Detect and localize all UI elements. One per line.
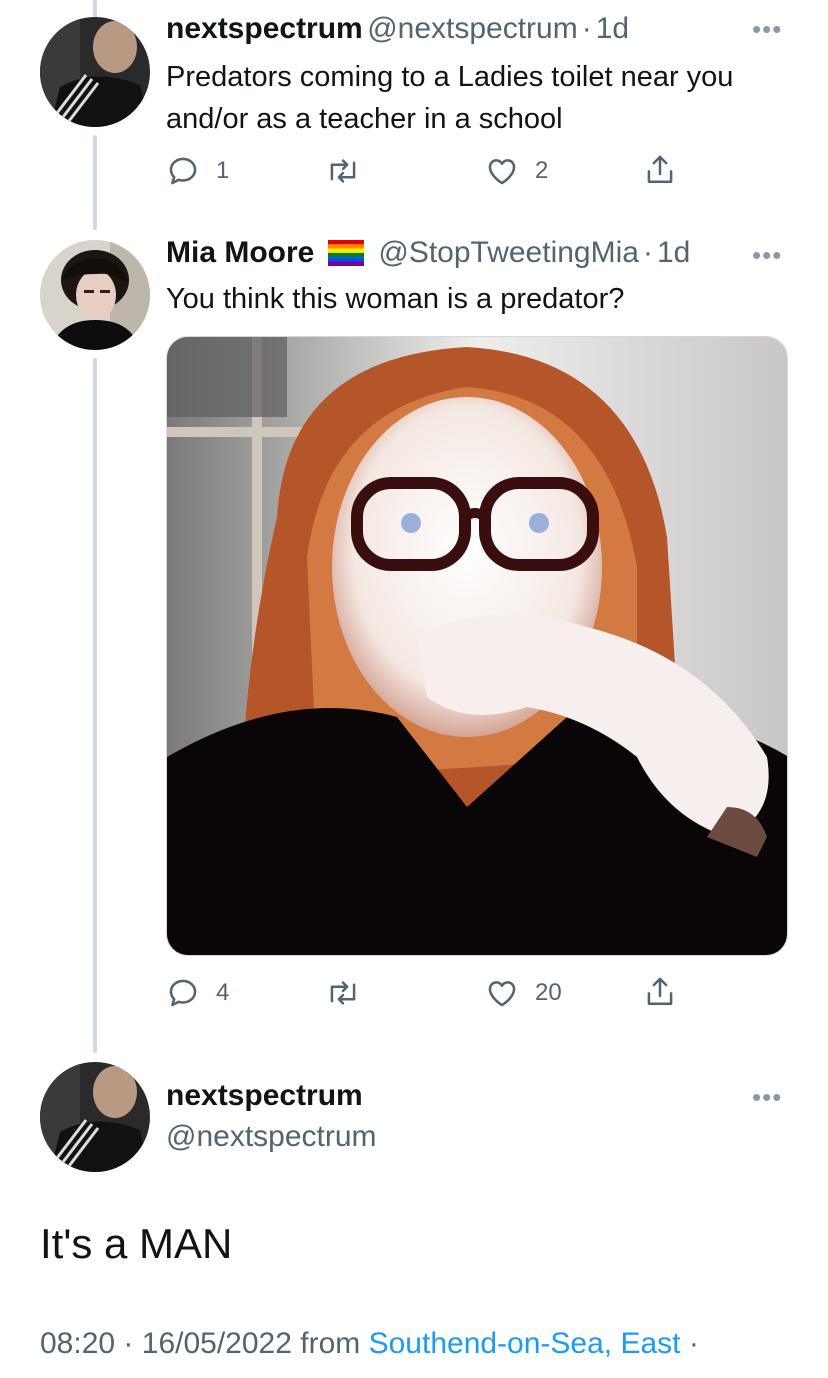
more-options-icon[interactable]: ••• <box>752 240 782 271</box>
retweet-icon <box>330 159 356 183</box>
user-handle[interactable]: @nextspectrum <box>367 12 578 45</box>
timestamp[interactable]: 1d <box>657 236 690 270</box>
like-button[interactable]: 20 <box>485 976 562 1010</box>
avatar[interactable] <box>40 17 150 127</box>
timestamp[interactable]: 1d <box>596 12 629 45</box>
separator-dot: · <box>123 1327 134 1360</box>
tweet-media[interactable] <box>166 336 788 956</box>
tweet-text: You think this woman is a predator? <box>166 283 625 315</box>
display-name[interactable]: nextspectrum <box>166 1079 363 1113</box>
main-tweet-text: It's a MAN <box>40 1220 233 1267</box>
share-icon <box>647 155 673 184</box>
man-in-dark-jacket-avatar-icon <box>40 1062 150 1172</box>
retweet-icon <box>330 981 356 1005</box>
heart-icon <box>488 981 516 1007</box>
share-button[interactable] <box>643 152 677 188</box>
location-link[interactable]: Southend-on-Sea, East <box>369 1327 681 1360</box>
from-label: from <box>300 1327 361 1360</box>
display-name[interactable]: Mia Moore <box>166 236 314 270</box>
reply-count: 1 <box>216 157 230 184</box>
separator-dot: · <box>581 12 592 45</box>
heart-icon <box>488 159 516 185</box>
tweet-header: nextspectrum @nextspectrum · 1d <box>166 12 629 46</box>
retweet-button[interactable] <box>325 154 361 188</box>
like-count: 2 <box>535 157 549 184</box>
tweet-date: 16/05/2022 <box>141 1327 292 1360</box>
share-icon <box>647 977 673 1006</box>
thread-line <box>93 358 97 1053</box>
reply-icon <box>169 157 197 185</box>
more-options-icon[interactable]: ••• <box>752 14 782 45</box>
tweet-timestamp-line: 08:20 · 16/05/2022 from Southend-on-Sea,… <box>40 1327 699 1361</box>
user-handle[interactable]: @StopTweetingMia <box>378 236 639 270</box>
display-name[interactable]: nextspectrum <box>166 12 363 45</box>
reply-icon <box>169 979 197 1007</box>
reply-count: 4 <box>216 979 230 1006</box>
avatar[interactable] <box>40 1062 150 1172</box>
man-in-dark-jacket-avatar-icon <box>40 17 150 127</box>
red-haired-woman-with-glasses-photo-icon <box>167 337 787 955</box>
reply-button[interactable]: 1 <box>166 154 229 188</box>
rainbow-flag-icon <box>328 240 365 266</box>
tweet-text: Predators coming to a Ladies toilet near… <box>166 61 734 135</box>
user-handle[interactable]: @nextspectrum <box>166 1120 377 1154</box>
like-button[interactable]: 2 <box>485 154 548 188</box>
thread-line <box>93 135 97 230</box>
more-options-icon[interactable]: ••• <box>752 1082 782 1113</box>
separator-dot: · <box>688 1327 699 1360</box>
tweet-header: Mia Moore @StopTweetingMia · 1d <box>166 236 690 270</box>
like-count: 20 <box>535 979 562 1006</box>
woman-dark-curly-hair-avatar-icon <box>40 240 150 350</box>
share-button[interactable] <box>643 974 677 1010</box>
avatar[interactable] <box>40 240 150 350</box>
reply-button[interactable]: 4 <box>166 976 229 1010</box>
retweet-button[interactable] <box>325 976 361 1010</box>
separator-dot: · <box>642 236 653 269</box>
tweet-time: 08:20 <box>40 1327 116 1360</box>
